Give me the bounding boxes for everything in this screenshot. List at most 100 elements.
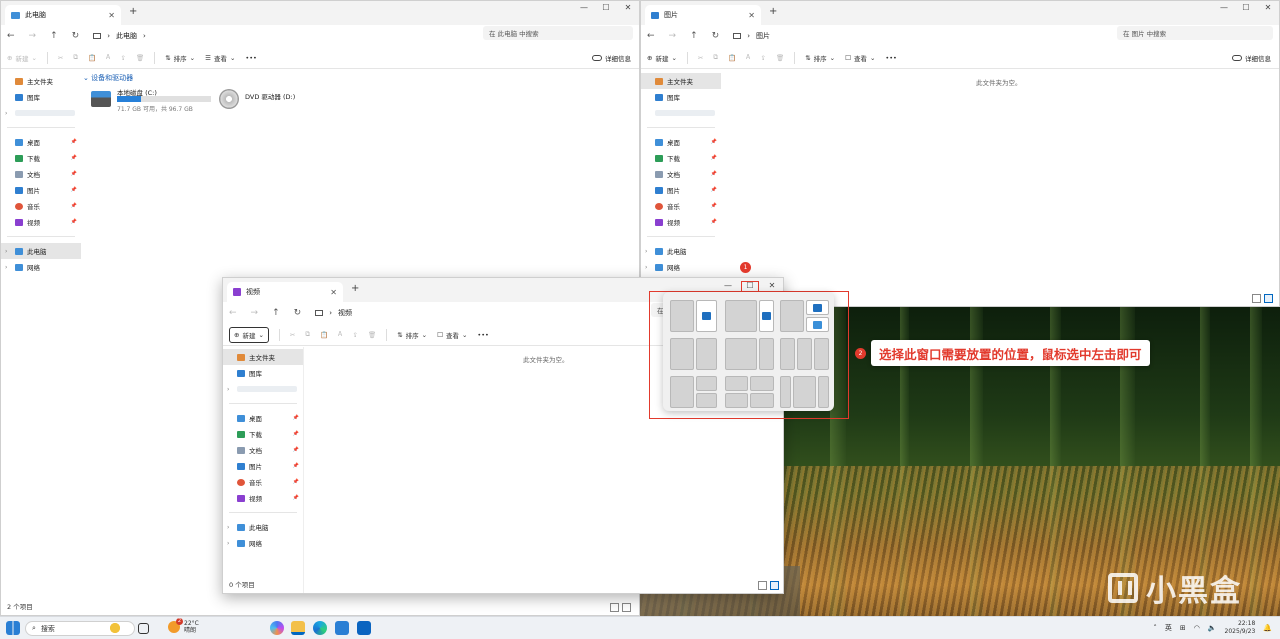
sidebar-item-home[interactable]: 主文件夹: [641, 73, 721, 89]
snap-zone[interactable]: [780, 376, 791, 408]
ime-indicator[interactable]: 英: [1165, 623, 1172, 633]
drive-c[interactable]: 本地磁盘 (C:) 71.7 GB 可用，共 96.7 GB: [91, 87, 216, 113]
up-icon[interactable]: ↑: [50, 31, 58, 41]
sidebar-item-documents[interactable]: 文档 📌: [223, 442, 303, 458]
details-view-icon[interactable]: [610, 603, 619, 612]
new-tab-button[interactable]: +: [769, 6, 777, 17]
breadcrumb[interactable]: › 图片: [733, 31, 770, 41]
sidebar-item-this-pc[interactable]: › 此电脑: [223, 519, 303, 535]
sidebar-item-home[interactable]: 主文件夹: [223, 349, 303, 365]
sidebar-item-gallery[interactable]: 图库: [641, 89, 721, 105]
snap-zone[interactable]: [780, 338, 795, 370]
share-icon[interactable]: ⇪: [352, 331, 357, 339]
close-tab-icon[interactable]: ✕: [330, 288, 337, 297]
sidebar-item-onedrive[interactable]: ›: [223, 381, 303, 397]
store-icon[interactable]: [335, 621, 349, 635]
details-view-icon[interactable]: [1252, 294, 1261, 303]
details-view-icon[interactable]: [758, 581, 767, 590]
sidebar-item-pictures[interactable]: 图片 📌: [1, 182, 81, 198]
sidebar-item-music[interactable]: 音乐 📌: [223, 474, 303, 490]
tiles-view-icon[interactable]: [770, 581, 779, 590]
snap-zone[interactable]: [759, 300, 774, 332]
snap-zone[interactable]: [725, 338, 757, 370]
cut-icon[interactable]: ✂: [290, 331, 295, 339]
snap-zone[interactable]: [780, 300, 804, 332]
sort-button[interactable]: ⇅ 排序 ⌄: [165, 53, 195, 63]
snap-zone[interactable]: [670, 300, 694, 332]
minimize-button[interactable]: —: [1213, 1, 1235, 17]
rename-icon[interactable]: Ꭺ: [746, 53, 750, 62]
tab-this-pc[interactable]: 此电脑 ✕: [5, 5, 121, 25]
forward-icon[interactable]: →: [251, 308, 259, 318]
new-tab-button[interactable]: +: [351, 283, 359, 294]
explorer-window-pictures[interactable]: 图片 ✕ + — ☐ ✕ ← → ↑ ↻ › 图片 在 图片 中搜索 ⊕ 新建 …: [640, 0, 1280, 307]
details-toggle[interactable]: 详细信息: [1232, 53, 1271, 63]
snap-zone[interactable]: [670, 376, 694, 408]
breadcrumb[interactable]: › 视频: [315, 308, 352, 318]
snap-zone[interactable]: [725, 393, 748, 408]
search-input[interactable]: 在 此电脑 中搜索: [483, 26, 633, 40]
sidebar-item-this-pc[interactable]: › 此电脑: [641, 243, 721, 259]
up-icon[interactable]: ↑: [690, 31, 698, 41]
search-input[interactable]: 在 图片 中搜索: [1117, 26, 1273, 40]
snap-layouts-flyout[interactable]: [663, 292, 834, 411]
widget-icon[interactable]: [108, 621, 122, 635]
snap-zone[interactable]: [750, 376, 774, 391]
sidebar-item-desktop[interactable]: 桌面 📌: [1, 134, 81, 150]
sidebar-item-videos[interactable]: 视频 📌: [641, 214, 721, 230]
rename-icon[interactable]: Ꭺ: [338, 330, 342, 339]
snap-zone[interactable]: [670, 338, 694, 370]
close-button[interactable]: ✕: [1257, 1, 1279, 17]
tiles-view-icon[interactable]: [622, 603, 631, 612]
sidebar-item-pictures[interactable]: 图片 📌: [223, 458, 303, 474]
sidebar-item-onedrive[interactable]: ›: [1, 105, 81, 121]
sidebar-item-downloads[interactable]: 下载 📌: [641, 150, 721, 166]
breadcrumb[interactable]: › 此电脑 ›: [93, 31, 146, 41]
sidebar-item-network[interactable]: › 网络: [641, 259, 721, 275]
more-button[interactable]: •••: [245, 54, 257, 62]
snap-zone[interactable]: [814, 338, 829, 370]
close-tab-icon[interactable]: ✕: [108, 11, 115, 20]
snap-zone[interactable]: [696, 393, 717, 408]
snap-zone[interactable]: [797, 338, 812, 370]
sidebar-item-desktop[interactable]: 桌面 📌: [223, 410, 303, 426]
delete-icon[interactable]: 🗑: [136, 54, 144, 62]
sidebar-item-network[interactable]: › 网络: [1, 259, 81, 275]
sidebar-item-music[interactable]: 音乐 📌: [641, 198, 721, 214]
clock[interactable]: 22:18 2025/9/23: [1225, 620, 1256, 636]
sidebar-item-network[interactable]: › 网络: [223, 535, 303, 551]
snap-zone[interactable]: [818, 376, 829, 408]
file-explorer-icon[interactable]: [291, 621, 305, 635]
sort-button[interactable]: ⇅ 排序 ⌄: [805, 53, 835, 63]
weather-widget[interactable]: 2 22°C 晴朗: [168, 618, 199, 634]
back-icon[interactable]: ←: [7, 31, 15, 41]
section-devices[interactable]: ⌄ 设备和驱动器: [83, 73, 133, 83]
sidebar-item-videos[interactable]: 视频 📌: [1, 214, 81, 230]
task-view-icon[interactable]: [138, 623, 149, 634]
sidebar-item-documents[interactable]: 文档 📌: [1, 166, 81, 182]
cut-icon[interactable]: ✂: [58, 54, 63, 62]
forward-icon[interactable]: →: [669, 31, 677, 41]
up-icon[interactable]: ↑: [272, 308, 280, 318]
back-icon[interactable]: ←: [647, 31, 655, 41]
share-icon[interactable]: ⇪: [760, 54, 765, 62]
maximize-button[interactable]: ☐: [595, 1, 617, 17]
snap-zone[interactable]: [806, 317, 829, 332]
snap-zone[interactable]: [750, 393, 774, 408]
new-button[interactable]: ⊕ 新建 ⌄: [7, 53, 37, 63]
notification-bell-icon[interactable]: 🔔: [1263, 624, 1272, 632]
sidebar-item-downloads[interactable]: 下载 📌: [1, 150, 81, 166]
sidebar-item-pictures[interactable]: 图片 📌: [641, 182, 721, 198]
close-tab-icon[interactable]: ✕: [748, 11, 755, 20]
wifi-icon[interactable]: ◠: [1194, 624, 1200, 632]
snap-zone[interactable]: [725, 300, 757, 332]
delete-icon[interactable]: 🗑: [368, 331, 376, 339]
sidebar-item-music[interactable]: 音乐 📌: [1, 198, 81, 214]
drive-d[interactable]: DVD 驱动器 (D:): [219, 87, 319, 113]
delete-icon[interactable]: 🗑: [776, 54, 784, 62]
details-toggle[interactable]: 详细信息: [592, 53, 631, 63]
snap-zone[interactable]: [759, 338, 774, 370]
rename-icon[interactable]: Ꭺ: [106, 53, 110, 62]
snap-zone[interactable]: [806, 300, 829, 315]
snap-zone[interactable]: [696, 300, 717, 332]
